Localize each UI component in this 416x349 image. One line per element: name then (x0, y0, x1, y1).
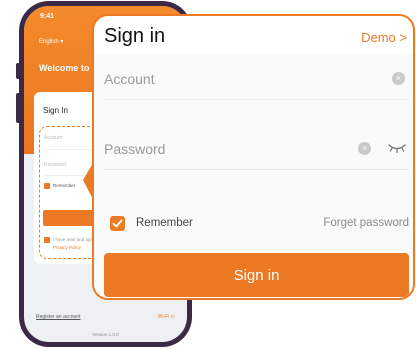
phone-side-button (16, 93, 20, 123)
wifi-link[interactable]: Wi-Fi ⊙ (158, 314, 175, 320)
mini-account-field[interactable]: Account (44, 135, 62, 141)
language-selector[interactable]: English ▾ (39, 38, 63, 45)
remember-label: Remember (136, 217, 193, 229)
password-input[interactable] (104, 138, 314, 160)
sign-in-button[interactable]: Sign in (104, 253, 409, 297)
mini-privacy-link[interactable]: Privacy Policy (53, 245, 81, 250)
password-field: × (104, 124, 409, 170)
remember-checkbox[interactable] (110, 216, 125, 231)
clear-icon[interactable]: × (358, 142, 371, 155)
login-form: × × Remember Forget password Sign in (94, 54, 413, 298)
mini-remember-checkbox[interactable] (44, 183, 50, 189)
mini-agree-text: I have read and agree (53, 237, 98, 242)
clear-icon[interactable]: × (392, 72, 405, 85)
eye-closed-icon[interactable] (387, 141, 407, 155)
demo-link[interactable]: Demo > (361, 30, 407, 45)
account-input[interactable] (104, 68, 314, 90)
status-time: 9:41 (40, 13, 55, 20)
zoom-header: Sign in Demo > (94, 16, 413, 54)
register-link[interactable]: Register an account (36, 314, 80, 320)
mini-remember-label: Remember (53, 183, 76, 188)
forget-password-link[interactable]: Forget password (323, 217, 409, 229)
welcome-text: Welcome to (39, 63, 90, 73)
card-title: Sign In (43, 106, 68, 115)
mini-agree-checkbox[interactable] (44, 237, 50, 243)
version-text: Version 1.0.0 (92, 332, 119, 337)
account-field: × (104, 54, 409, 100)
remember-row: Remember Forget password (110, 214, 409, 232)
zoomed-login-panel: Sign in Demo > × × Remember For (92, 14, 415, 300)
phone-side-button (16, 63, 20, 79)
mini-password-field[interactable]: Password (44, 162, 66, 168)
checkmark-icon (112, 219, 123, 228)
page-title: Sign in (104, 25, 166, 47)
